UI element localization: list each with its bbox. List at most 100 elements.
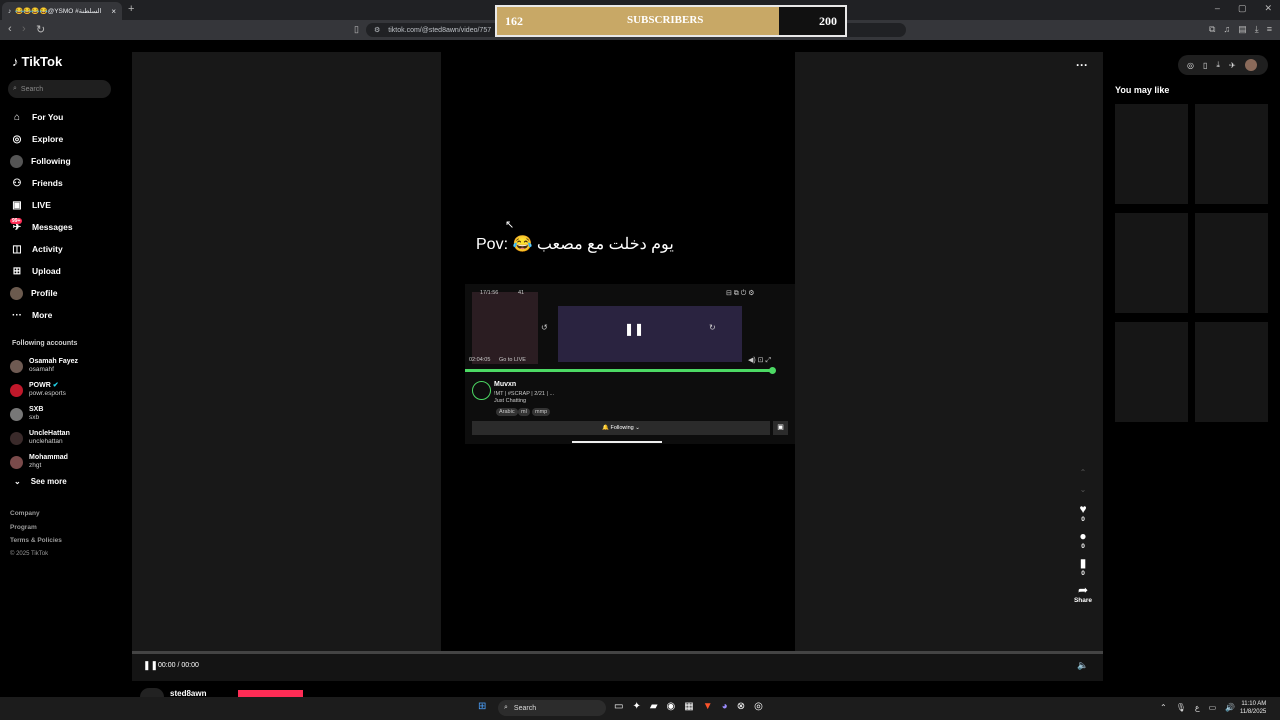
sidebar-item-profile[interactable]: Profile (10, 282, 120, 304)
search-input[interactable]: ⌕ Search (8, 80, 111, 98)
tiktok-logo[interactable]: ♪ TikTok (12, 54, 62, 69)
embed-gift-icon: ▣ (773, 421, 788, 435)
sidebar-nav: ⌂ For You ◎ Explore Following ⚇ Friends ▣ LI… (10, 106, 120, 326)
sidebar-item-messages[interactable]: ✈ 99+ Messages (10, 216, 120, 238)
suggested-video-thumb[interactable] (1115, 213, 1188, 313)
network-icon[interactable]: ▭ (1209, 703, 1217, 712)
sidebar-item-following[interactable]: Following (10, 150, 120, 172)
account-item[interactable]: Mohammad zhgt (10, 450, 78, 474)
comment-icon[interactable]: ● (1070, 529, 1096, 543)
taskbar-search[interactable]: ⌕ Search (498, 700, 606, 716)
maximize-button[interactable]: ▢ (1238, 3, 1247, 14)
account-item[interactable]: POWR ✔ powr.esports (10, 378, 78, 402)
explore-icon[interactable]: ◎ (1187, 61, 1194, 70)
bookmark-icon[interactable]: ▮ (1070, 556, 1096, 570)
sidebar-footer: Company Program Terms & Policies © 2025 … (10, 510, 62, 564)
tab-close-icon[interactable]: × (111, 7, 116, 16)
like-heart-icon[interactable]: ♥ (1070, 502, 1096, 516)
taskbar-clock[interactable]: 11:10 AM 11/8/2025 (1240, 700, 1266, 716)
account-item[interactable]: Osamah Fayez osamahf (10, 354, 78, 378)
video-blur-left (132, 52, 441, 652)
explorer-icon[interactable]: ▰ (650, 701, 658, 712)
back-icon[interactable]: ‹ (8, 23, 12, 35)
author-avatar[interactable] (140, 688, 164, 697)
sidebar-item-upload[interactable]: ⊞ Upload (10, 260, 120, 282)
embed-viewers: 17/1:56 (480, 290, 499, 296)
embed-toolbar-icons: ⊟ ⧉ ⏻ ⚙ (726, 290, 755, 297)
browser-tab[interactable]: ♪ 😂😂😂😂@YSMO #السلطنة × (2, 2, 122, 20)
nav-label: Profile (31, 288, 58, 298)
sidebar-item-explore[interactable]: ◎ Explore (10, 128, 120, 150)
mic-icon[interactable]: 🎙 (1176, 703, 1186, 712)
sidebar-item-friends[interactable]: ⚇ Friends (10, 172, 120, 194)
sidebar-item-activity[interactable]: ◫ Activity (10, 238, 120, 260)
sidebar-item-for-you[interactable]: ⌂ For You (10, 106, 120, 128)
language-indicator[interactable]: ع (1195, 703, 1200, 712)
suggested-video-thumb[interactable] (1195, 322, 1268, 422)
avatar[interactable] (1244, 59, 1257, 71)
sidebar-item-more[interactable]: ··· More (10, 304, 120, 326)
brave-icon[interactable]: ▼ (703, 701, 713, 712)
live-icon: ▣ (12, 199, 22, 211)
embed-forward-icon: ↻ (709, 323, 716, 332)
discord-icon[interactable]: ◕ (722, 701, 728, 712)
download-icon[interactable]: ⤓ (1216, 60, 1220, 70)
suggested-video-thumb[interactable] (1115, 322, 1188, 422)
obs-icon[interactable]: ◎ (754, 701, 763, 712)
suggested-video-thumb[interactable] (1195, 213, 1268, 313)
chevron-down-icon: ⌄ (14, 477, 21, 486)
xbox-icon[interactable]: ⊗ (737, 701, 745, 712)
follow-button[interactable] (238, 690, 303, 697)
suggested-video-thumb[interactable] (1195, 104, 1268, 204)
like-count: 0 (1081, 516, 1085, 523)
tiktok-favicon-icon: ♪ (8, 7, 12, 15)
embed-streamer-avatar (472, 381, 491, 400)
task-view-icon[interactable]: ▭ (614, 701, 623, 712)
account-item[interactable]: UncleHattan unclehattan (10, 426, 78, 450)
more-options-icon[interactable]: ··· (1076, 58, 1088, 72)
sidebar: ♪ TikTok ⌕ Search ⌂ For You ◎ Explore Foll… (0, 40, 132, 697)
extension-icon[interactable]: ⧉ (1209, 24, 1215, 35)
menu-icon[interactable]: ≡ (1267, 24, 1272, 35)
suggested-video-thumb[interactable] (1115, 104, 1188, 204)
close-window-button[interactable]: ✕ (1264, 3, 1272, 14)
forward-icon[interactable]: › (22, 23, 26, 35)
site-info-icon[interactable]: ⚙ (374, 26, 380, 34)
store-icon[interactable]: ▦ (684, 701, 693, 712)
reload-icon[interactable]: ↻ (36, 23, 45, 36)
copilot-icon[interactable]: ✦ (632, 701, 640, 712)
footer-link-program[interactable]: Program (10, 524, 62, 538)
windows-start-icon[interactable]: ⊞ (478, 701, 486, 712)
embed-progress-bar (465, 369, 772, 372)
volume-icon[interactable]: 🔈 (1077, 660, 1088, 671)
previous-video-chevron-icon[interactable]: ⌃ (1070, 468, 1096, 477)
sidebar-item-live[interactable]: ▣ LIVE (10, 194, 120, 216)
video-actions: ⌃ ⌄ ♥ 0 ● 0 ▮ 0 ➦ Share (1070, 468, 1096, 610)
message-icon[interactable]: ✈ (1229, 61, 1236, 70)
home-icon: ⌂ (13, 111, 21, 123)
media-icon[interactable]: ♫ (1223, 24, 1230, 35)
footer-link-terms[interactable]: Terms & Policies (10, 537, 62, 551)
minimize-button[interactable]: – (1215, 3, 1220, 14)
following-accounts-list: Osamah Fayez osamahf POWR ✔ powr.esports S… (10, 354, 78, 474)
see-more-button[interactable]: ⌄ See more (14, 477, 67, 486)
bookmark-icon[interactable]: ▯ (354, 24, 359, 35)
sidebar-icon[interactable]: ▤ (1238, 24, 1247, 35)
footer-link-company[interactable]: Company (10, 510, 62, 524)
share-arrow-icon[interactable]: ➦ (1070, 583, 1096, 597)
downloads-icon[interactable]: ⤓ (1255, 24, 1259, 35)
mouse-cursor-icon: ↖ (505, 219, 515, 231)
pause-icon[interactable]: ❚❚ (143, 660, 158, 671)
next-video-chevron-icon[interactable]: ⌄ (1070, 485, 1096, 494)
video-caption: Pov: 😂 يوم دخلت مع مصعب (476, 236, 674, 253)
device-icon[interactable]: ▯ (1203, 61, 1207, 70)
messages-icon: ✈ 99+ (10, 217, 23, 233)
account-item[interactable]: SXB sxb (10, 402, 78, 426)
new-tab-button[interactable]: + (128, 3, 134, 15)
edge-icon[interactable]: ◉ (667, 701, 676, 712)
video-timeline[interactable] (132, 651, 1103, 654)
tray-chevron-icon[interactable]: ⌃ (1160, 703, 1167, 712)
account-name: Mohammad (29, 454, 68, 461)
volume-icon[interactable]: 🔊 (1225, 703, 1235, 712)
save-count: 0 (1081, 570, 1085, 577)
